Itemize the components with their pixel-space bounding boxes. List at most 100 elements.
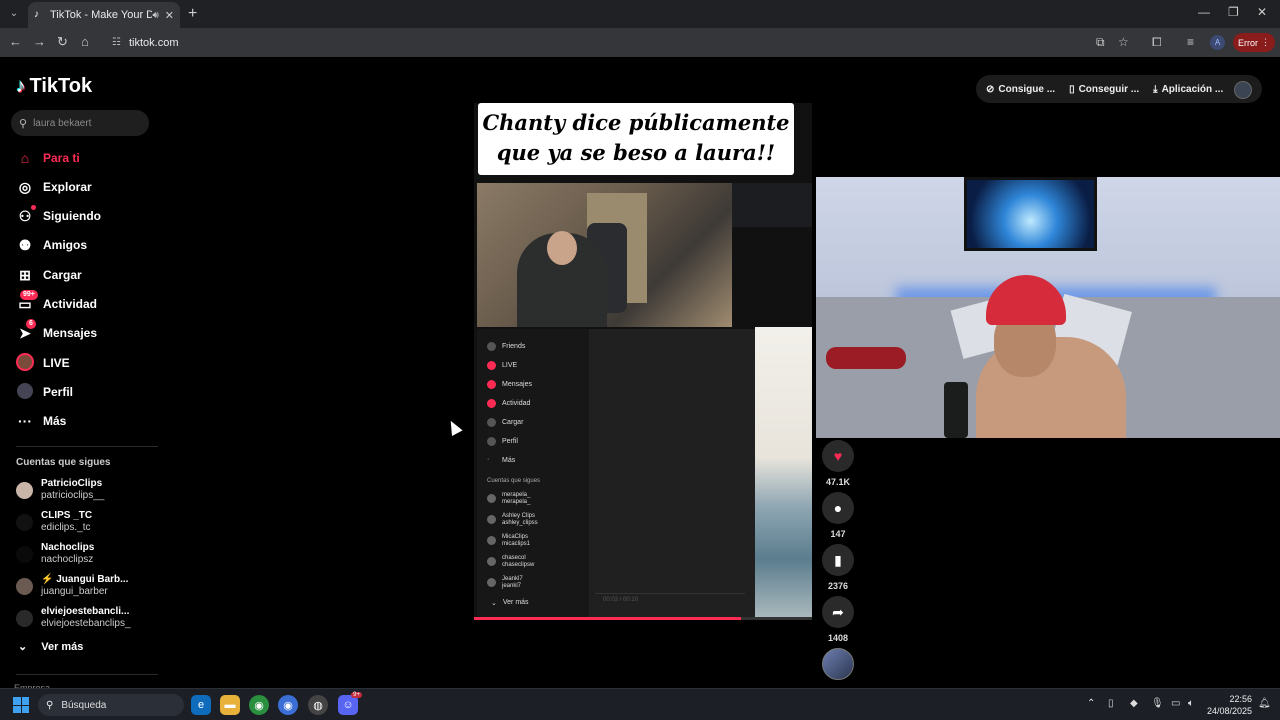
video-caption-overlay: Chanty dice públicamente que ya se beso … xyxy=(478,103,794,175)
save-action[interactable]: ▮ 2376 xyxy=(822,544,854,591)
discord-icon[interactable]: ☺ 9+ xyxy=(338,692,362,715)
restore-icon[interactable]: ❐ xyxy=(1228,5,1239,19)
nav-live[interactable]: LIVE xyxy=(16,352,70,373)
stream-camera-frame xyxy=(477,183,732,327)
reload-icon[interactable]: ↻ xyxy=(57,34,68,50)
following-account[interactable]: PatricioClips patricioclips__ xyxy=(16,478,104,502)
nav-mas[interactable]: ··· Más xyxy=(16,411,66,431)
minimize-icon[interactable]: — xyxy=(1198,5,1210,19)
nav-explorar[interactable]: ◎ Explorar xyxy=(16,177,92,197)
search-input[interactable]: ⚲ laura bekaert xyxy=(11,110,149,136)
following-account[interactable]: Nachoclips nachoclipsz xyxy=(16,542,94,566)
account-handle: ediclips._tc xyxy=(41,522,91,533)
site-info-icon[interactable]: ☷ xyxy=(112,37,121,48)
reading-list-icon[interactable]: ≡ xyxy=(1187,35,1194,49)
notification-icon[interactable]: 🔔︎ xyxy=(1258,698,1271,709)
close-window-icon[interactable]: ✕ xyxy=(1257,5,1267,19)
like-action[interactable]: ♥ 47.1K xyxy=(822,440,854,487)
video-player[interactable]: Chanty dice públicamente que ya se beso … xyxy=(474,103,812,618)
address-bar[interactable]: ☷ tiktok.com xyxy=(104,32,1144,53)
tiktok-logo[interactable]: ♪ TikTok xyxy=(16,75,92,98)
comment-action[interactable]: ● 147 xyxy=(822,492,854,539)
account-name: PatricioClips xyxy=(41,478,103,489)
comment-icon[interactable]: ● xyxy=(822,492,854,524)
webcam-overlay xyxy=(816,177,1280,438)
audio-icon[interactable]: 🔊︎ xyxy=(152,10,158,21)
windows-start-icon[interactable] xyxy=(13,697,29,713)
mic-icon[interactable]: 🎙︎ xyxy=(1151,698,1164,709)
security-icon[interactable]: ◆ xyxy=(1130,698,1138,709)
following-account[interactable]: elviejoestebancli... elviejoestebanclips… xyxy=(16,606,131,630)
tiktok-note-icon: ♪ xyxy=(16,75,26,97)
inner-nav-label: Actividad xyxy=(502,400,531,407)
account-name: ⚡ Juangui Barb... xyxy=(41,574,129,585)
pill-label: Conseguir ... xyxy=(1078,83,1140,95)
search-icon: ⚲ xyxy=(19,117,28,130)
more-icon: ··· xyxy=(18,413,32,429)
clock-date: 24/08/2025 xyxy=(1206,706,1252,716)
tab-search-icon[interactable]: ⌄ xyxy=(6,6,22,22)
new-tab-icon[interactable]: + xyxy=(188,5,197,23)
see-more-button[interactable]: ⌄ Ver más xyxy=(18,640,83,654)
user-avatar[interactable] xyxy=(1234,81,1252,99)
nav-mensajes[interactable]: ➤ 6 Mensajes xyxy=(16,318,98,343)
nav-siguiendo[interactable]: ⚇ Siguiendo xyxy=(16,204,101,226)
download-app-button[interactable]: ⤓ Aplicación ... xyxy=(1153,84,1223,95)
following-account[interactable]: ⚡ Juangui Barb... juangui_barber xyxy=(16,574,128,598)
heart-icon[interactable]: ♥ xyxy=(822,440,854,472)
file-explorer-icon[interactable]: ▬ xyxy=(220,695,240,715)
chevron-down-icon: ⌄ xyxy=(18,641,28,653)
share-icon[interactable]: ➦ xyxy=(822,596,854,628)
beach-frame xyxy=(755,327,812,617)
extensions-icon[interactable]: ⧠ xyxy=(1152,35,1162,50)
get-coins-button[interactable]: ⊘ Consigue ... xyxy=(986,84,1055,95)
bookmark-star-icon[interactable]: ☆ xyxy=(1118,35,1129,49)
avatar xyxy=(16,609,33,627)
inner-player-bar: 00:03 / 00:10 xyxy=(595,593,745,607)
close-tab-icon[interactable]: ✕ xyxy=(165,9,174,22)
inner-feed-screenshot: 00:03 / 00:10 xyxy=(589,329,755,617)
inner-sidebar-screenshot: Friends LIVE Mensajes Actividad Cargar P… xyxy=(477,329,589,617)
chrome-icon[interactable]: ◉ xyxy=(249,695,269,715)
back-icon[interactable]: ← xyxy=(9,34,22,49)
caption-line: que ya se beso a laura!! xyxy=(496,140,776,165)
taskbar-search-label: Búsqueda xyxy=(61,699,107,711)
save-count: 2376 xyxy=(827,581,849,591)
nav-perfil[interactable]: Perfil xyxy=(16,382,73,402)
nav-para-ti[interactable]: ⌂ Para ti xyxy=(16,148,80,168)
get-app-button[interactable]: ▯ Conseguir ... xyxy=(1069,84,1139,95)
creator-avatar[interactable] xyxy=(822,648,854,680)
share-action[interactable]: ➦ 1408 xyxy=(822,596,854,643)
tab-title: TikTok - Make Your Day xyxy=(50,9,153,21)
nav-amigos[interactable]: ⚉ Amigos xyxy=(16,235,87,255)
network-icon[interactable]: ▭ xyxy=(1171,698,1180,709)
nav-label: Mensajes xyxy=(43,326,98,340)
inner-chevron-icon: ⌄ xyxy=(491,599,497,607)
error-button[interactable]: Error ⋮ xyxy=(1233,33,1275,52)
account-name: Nachoclips xyxy=(41,542,95,553)
following-account[interactable]: CLIPS _TC ediclips._tc xyxy=(16,510,92,534)
edge-icon[interactable]: e xyxy=(191,695,211,715)
inner-nav-label: Más xyxy=(502,457,516,464)
inner-following-title: Cuentas que sigues xyxy=(487,478,541,484)
forward-icon[interactable]: → xyxy=(33,34,46,49)
following-section-title: Cuentas que sigues xyxy=(16,457,111,468)
volume-icon[interactable]: 🔈︎ xyxy=(1188,698,1194,709)
browser-tab[interactable]: ♪ TikTok - Make Your Day 🔊︎ ✕ xyxy=(28,2,180,28)
browser-profile-avatar[interactable]: A xyxy=(1210,35,1225,50)
chrome-profile-icon[interactable]: ◉ xyxy=(278,695,298,715)
usb-icon[interactable]: ▯ xyxy=(1108,698,1114,709)
tray-overflow-icon[interactable]: ⌃ xyxy=(1087,698,1095,709)
bookmark-icon[interactable]: ▮ xyxy=(822,544,854,576)
avatar xyxy=(16,577,33,595)
nav-cargar[interactable]: ⊞ Cargar xyxy=(16,265,82,285)
system-clock[interactable]: 22:56 24/08/2025 xyxy=(1206,693,1252,717)
nav-actividad[interactable]: ▭ 99+ Actividad xyxy=(16,289,97,314)
nav-label: Cargar xyxy=(43,268,82,282)
home-button-icon[interactable]: ⌂ xyxy=(81,34,89,49)
search-icon: ⚲ xyxy=(46,699,54,711)
obs-icon[interactable]: ◍ xyxy=(308,695,328,715)
taskbar-search[interactable]: ⚲ Búsqueda xyxy=(38,694,184,716)
install-app-icon[interactable]: ⧉ xyxy=(1096,35,1105,50)
messages-badge: 6 xyxy=(26,318,36,329)
